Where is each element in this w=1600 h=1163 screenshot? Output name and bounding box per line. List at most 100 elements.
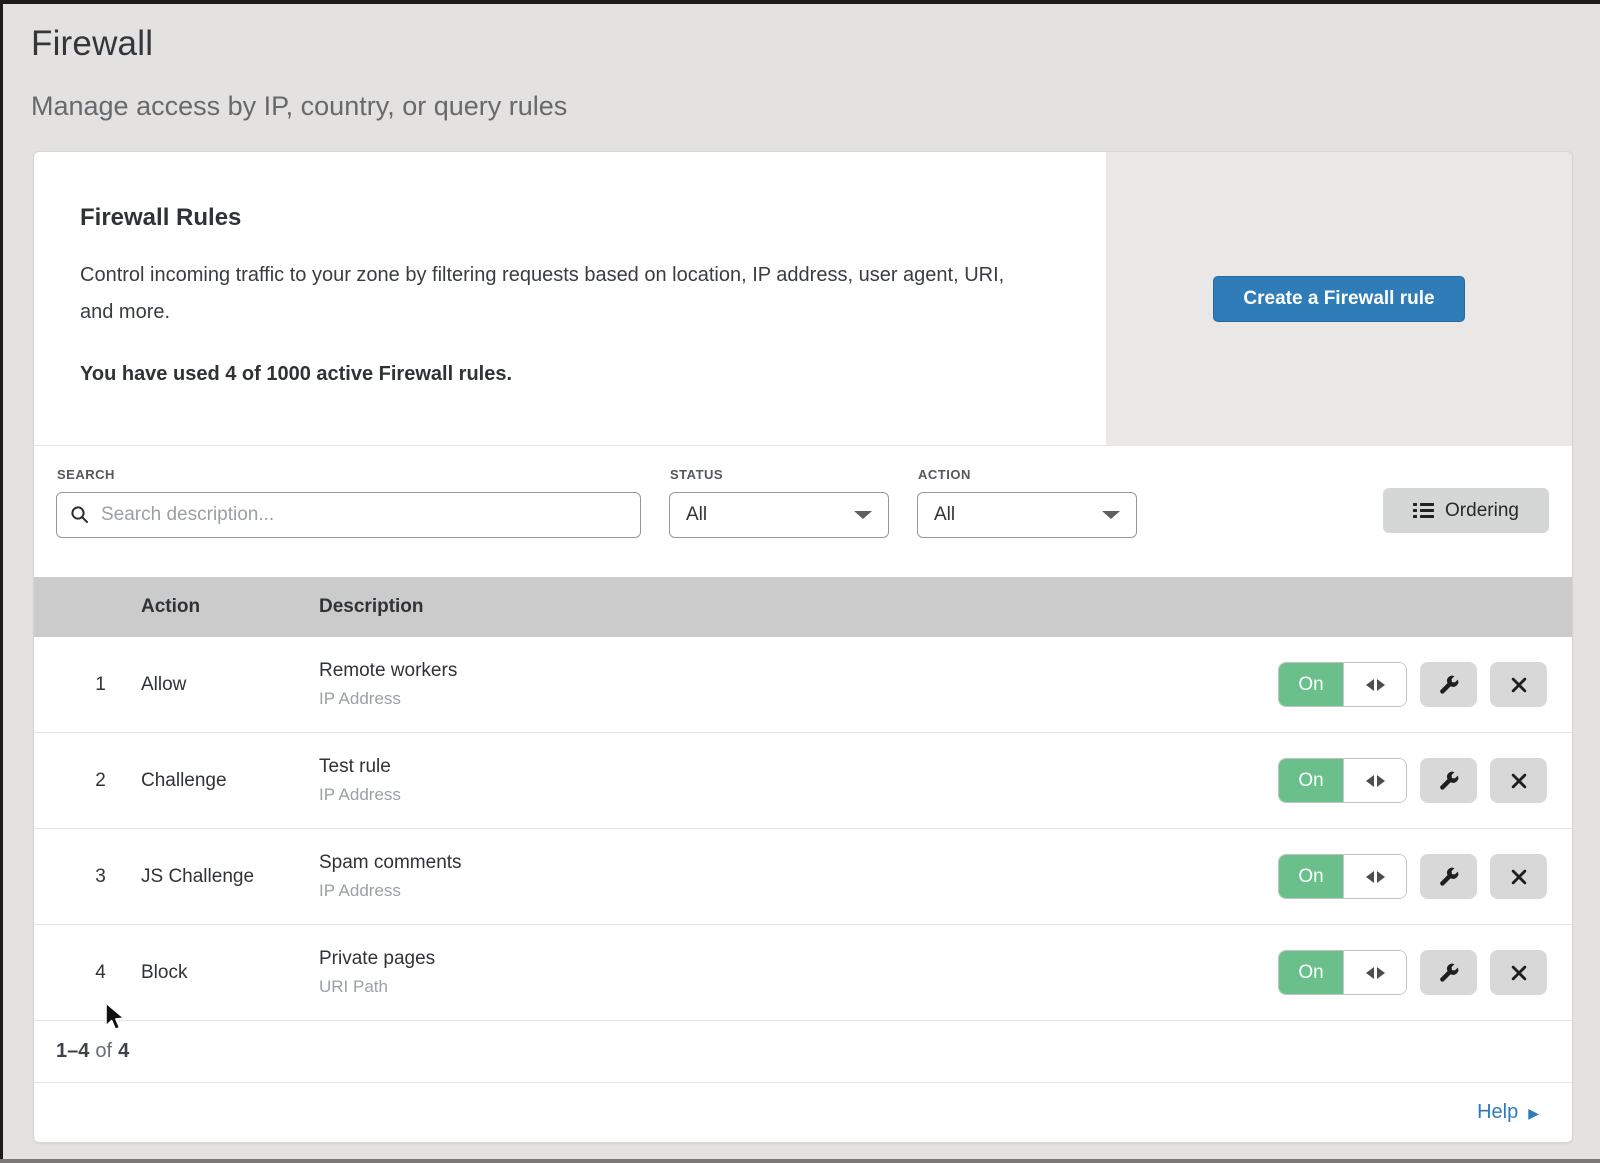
edit-rule-button[interactable] bbox=[1420, 758, 1477, 803]
status-filter: STATUS All bbox=[669, 467, 889, 577]
chevron-down-icon bbox=[1102, 511, 1120, 519]
rule-enabled-toggle[interactable]: On bbox=[1278, 950, 1407, 995]
rule-priority: 2 bbox=[34, 770, 141, 792]
close-icon bbox=[1509, 675, 1529, 695]
edit-rule-button[interactable] bbox=[1420, 950, 1477, 995]
rule-enabled-toggle[interactable]: On bbox=[1278, 662, 1407, 707]
edit-rule-button[interactable] bbox=[1420, 662, 1477, 707]
arrow-right-icon bbox=[1377, 679, 1385, 691]
search-icon bbox=[70, 505, 90, 525]
rule-match-type: IP Address bbox=[319, 785, 1278, 805]
search-label: SEARCH bbox=[57, 467, 641, 482]
pagination-total: 4 bbox=[118, 1040, 129, 1063]
toggle-drag-handle bbox=[1343, 663, 1406, 706]
action-selected-value: All bbox=[934, 504, 955, 526]
create-rule-panel: Create a Firewall rule bbox=[1106, 152, 1572, 445]
rule-description: Private pages bbox=[319, 948, 1278, 970]
delete-rule-button[interactable] bbox=[1490, 758, 1547, 803]
toggle-drag-handle bbox=[1343, 951, 1406, 994]
table-header: Action Description bbox=[34, 577, 1572, 637]
close-icon bbox=[1509, 771, 1529, 791]
firewall-rules-card: Firewall Rules Control incoming traffic … bbox=[33, 151, 1573, 1143]
rule-description: Remote workers bbox=[319, 660, 1278, 682]
toggle-on-label: On bbox=[1279, 663, 1343, 706]
ordering-button[interactable]: Ordering bbox=[1383, 488, 1549, 533]
rule-match-type: IP Address bbox=[319, 689, 1278, 709]
close-icon bbox=[1509, 963, 1529, 983]
card-header-text: Firewall Rules Control incoming traffic … bbox=[34, 152, 1106, 445]
close-icon bbox=[1509, 867, 1529, 887]
arrow-left-icon bbox=[1366, 967, 1374, 979]
rule-description: Spam comments bbox=[319, 852, 1278, 874]
delete-rule-button[interactable] bbox=[1490, 950, 1547, 995]
rule-priority: 3 bbox=[34, 866, 141, 888]
window-edge-top bbox=[0, 0, 1600, 4]
rule-enabled-toggle[interactable]: On bbox=[1278, 758, 1407, 803]
toggle-on-label: On bbox=[1279, 855, 1343, 898]
action-filter: ACTION All bbox=[917, 467, 1137, 577]
arrow-right-icon: ▶ bbox=[1528, 1104, 1539, 1120]
page-title: Firewall bbox=[31, 24, 1573, 64]
rule-priority: 1 bbox=[34, 674, 141, 696]
status-label: STATUS bbox=[670, 467, 889, 482]
column-header-action: Action bbox=[141, 596, 319, 618]
toggle-on-label: On bbox=[1279, 759, 1343, 802]
rule-action: Block bbox=[141, 962, 319, 984]
ordering-button-label: Ordering bbox=[1445, 500, 1519, 522]
usage-text: You have used 4 of 1000 active Firewall … bbox=[80, 363, 1106, 386]
toggle-on-label: On bbox=[1279, 951, 1343, 994]
rule-controls: On bbox=[1278, 662, 1572, 707]
search-input[interactable] bbox=[56, 492, 641, 538]
rule-match-type: URI Path bbox=[319, 977, 1278, 997]
rule-action: JS Challenge bbox=[141, 866, 319, 888]
arrow-right-icon bbox=[1377, 871, 1385, 883]
wrench-icon bbox=[1438, 770, 1460, 792]
toggle-drag-handle bbox=[1343, 759, 1406, 802]
card-title: Firewall Rules bbox=[80, 204, 1106, 232]
delete-rule-button[interactable] bbox=[1490, 854, 1547, 899]
arrow-right-icon bbox=[1377, 967, 1385, 979]
card-footer: Help ▶ bbox=[34, 1083, 1572, 1141]
delete-rule-button[interactable] bbox=[1490, 662, 1547, 707]
rule-enabled-toggle[interactable]: On bbox=[1278, 854, 1407, 899]
table-row: 2 Challenge Test rule IP Address On bbox=[34, 733, 1572, 829]
action-label: ACTION bbox=[918, 467, 1137, 482]
search-filter: SEARCH bbox=[56, 467, 641, 577]
rule-controls: On bbox=[1278, 854, 1572, 899]
help-link-label: Help bbox=[1477, 1101, 1518, 1124]
pagination-of: of bbox=[95, 1040, 112, 1063]
rule-action: Allow bbox=[141, 674, 319, 696]
help-link[interactable]: Help ▶ bbox=[1477, 1101, 1539, 1124]
rule-match-type: IP Address bbox=[319, 881, 1278, 901]
rule-description: Test rule bbox=[319, 756, 1278, 778]
table-row: 3 JS Challenge Spam comments IP Address … bbox=[34, 829, 1572, 925]
rule-description-cell: Remote workers IP Address bbox=[319, 660, 1278, 709]
rule-action: Challenge bbox=[141, 770, 319, 792]
card-description: Control incoming traffic to your zone by… bbox=[80, 257, 1030, 331]
table-row: 4 Block Private pages URI Path On bbox=[34, 925, 1572, 1021]
arrow-left-icon bbox=[1366, 679, 1374, 691]
rule-description-cell: Test rule IP Address bbox=[319, 756, 1278, 805]
rule-controls: On bbox=[1278, 758, 1572, 803]
action-select[interactable]: All bbox=[917, 492, 1137, 538]
create-firewall-rule-button[interactable]: Create a Firewall rule bbox=[1213, 276, 1465, 322]
wrench-icon bbox=[1438, 962, 1460, 984]
rule-description-cell: Spam comments IP Address bbox=[319, 852, 1278, 901]
wrench-icon bbox=[1438, 674, 1460, 696]
column-header-description: Description bbox=[319, 596, 1572, 618]
arrow-left-icon bbox=[1366, 871, 1374, 883]
filters-bar: SEARCH STATUS All ACTION bbox=[34, 446, 1572, 577]
edit-rule-button[interactable] bbox=[1420, 854, 1477, 899]
status-selected-value: All bbox=[686, 504, 707, 526]
pagination-range: 1–4 bbox=[56, 1040, 89, 1063]
toggle-drag-handle bbox=[1343, 855, 1406, 898]
firewall-page: Firewall Manage access by IP, country, o… bbox=[0, 0, 1600, 1143]
arrow-left-icon bbox=[1366, 775, 1374, 787]
rule-description-cell: Private pages URI Path bbox=[319, 948, 1278, 997]
arrow-right-icon bbox=[1377, 775, 1385, 787]
rule-priority: 4 bbox=[34, 962, 141, 984]
status-select[interactable]: All bbox=[669, 492, 889, 538]
chevron-down-icon bbox=[854, 511, 872, 519]
ordered-list-icon bbox=[1413, 502, 1434, 519]
window-edge-bottom bbox=[0, 1159, 1600, 1163]
